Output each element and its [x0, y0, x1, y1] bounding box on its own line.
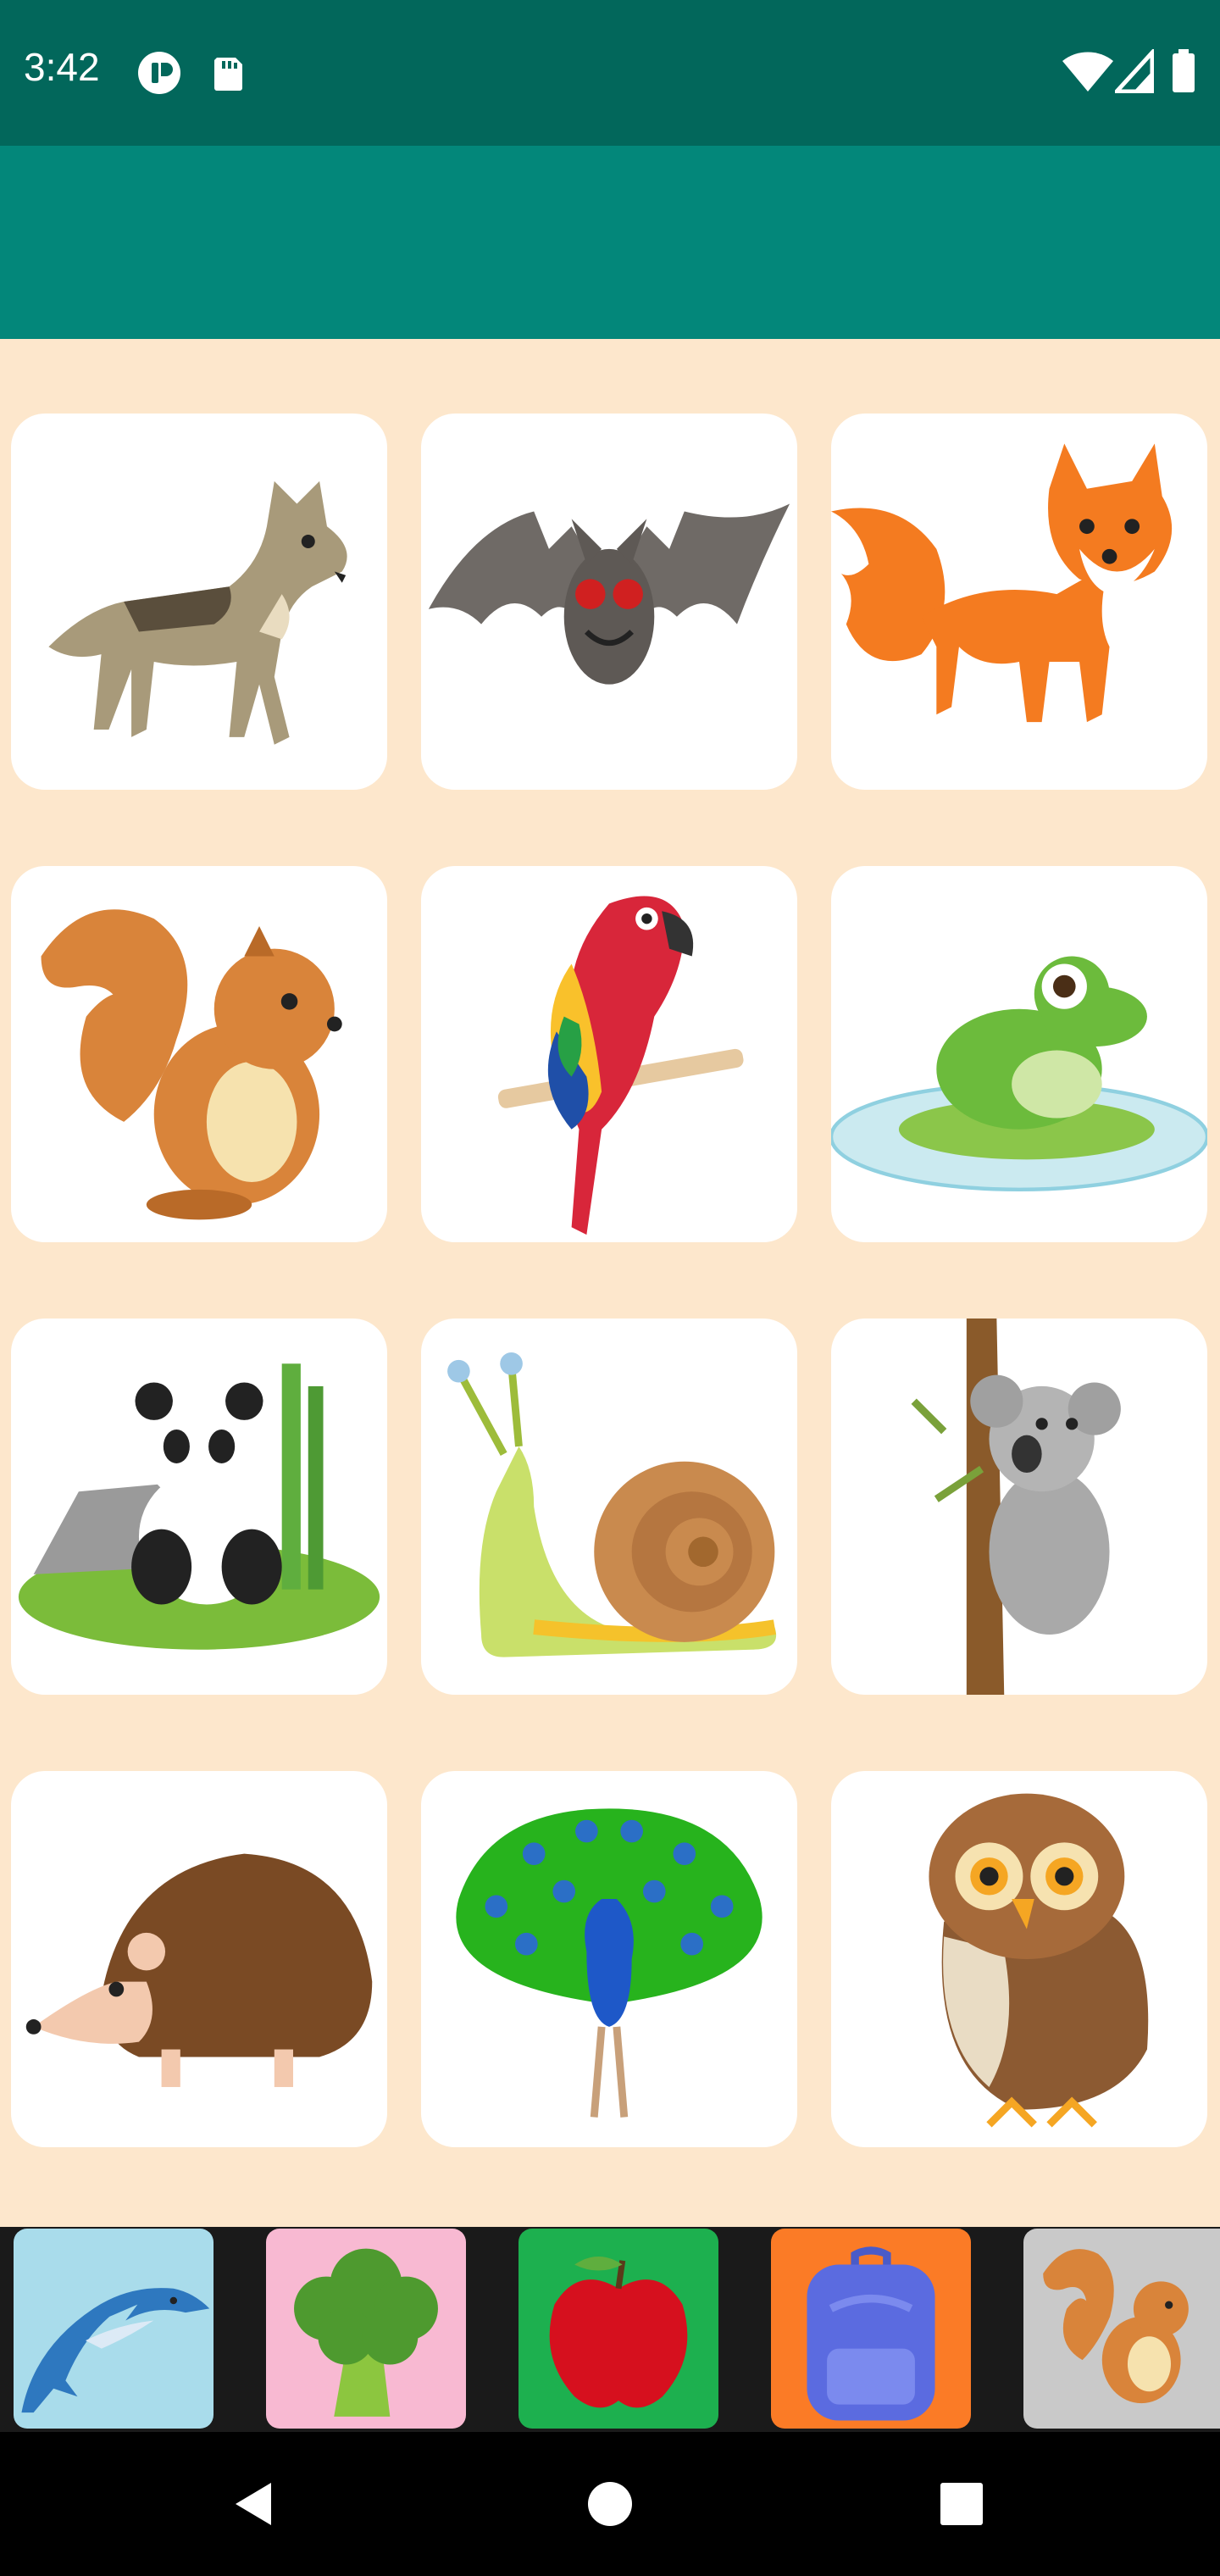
- dolphin-tile[interactable]: [14, 2229, 214, 2429]
- fox-card[interactable]: [831, 414, 1207, 790]
- backpack-icon: [807, 2246, 935, 2421]
- wolf-icon: [48, 480, 347, 745]
- battery-icon: [1171, 49, 1196, 93]
- owl-card[interactable]: [831, 1771, 1207, 2147]
- frog-card[interactable]: [831, 866, 1207, 1242]
- wifi-icon: [1061, 49, 1115, 93]
- hedgehog-card[interactable]: [11, 1771, 387, 2147]
- peacock-icon: [456, 1808, 762, 2118]
- status-bar: 3:42: [0, 0, 1220, 146]
- vpn-key-icon: [136, 49, 183, 97]
- category-strip: [0, 2227, 1220, 2432]
- squirrel-tile[interactable]: [1023, 2229, 1220, 2429]
- squirrel-icon: [1043, 2249, 1189, 2404]
- wolf-card[interactable]: [11, 414, 387, 790]
- recents-icon[interactable]: [923, 2466, 1000, 2542]
- back-icon[interactable]: [217, 2466, 293, 2542]
- fox-icon: [831, 443, 1173, 723]
- panda-card[interactable]: [11, 1319, 387, 1695]
- squirrel-card[interactable]: [11, 866, 387, 1242]
- app-bar: [0, 146, 1220, 339]
- peacock-card[interactable]: [421, 1771, 797, 2147]
- snail-icon: [447, 1352, 777, 1657]
- koala-card[interactable]: [831, 1319, 1207, 1695]
- backpack-tile[interactable]: [771, 2229, 971, 2429]
- apple-tile[interactable]: [518, 2229, 718, 2429]
- home-icon[interactable]: [572, 2466, 648, 2542]
- status-time: 3:42: [24, 45, 100, 89]
- snail-card[interactable]: [421, 1319, 797, 1695]
- panda-icon: [18, 1363, 380, 1650]
- squirrel-icon: [41, 909, 342, 1220]
- hedgehog-icon: [25, 1853, 373, 2087]
- bat-card[interactable]: [421, 414, 797, 790]
- koala-icon: [911, 1319, 1121, 1695]
- owl-icon: [929, 1793, 1149, 2128]
- sd-card-icon: [203, 49, 251, 97]
- frog-icon: [831, 956, 1207, 1192]
- cell-signal-icon: [1112, 47, 1155, 94]
- broccoli-tile[interactable]: [266, 2229, 466, 2429]
- parrot-card[interactable]: [421, 866, 797, 1242]
- apple-icon: [549, 2257, 688, 2408]
- system-nav-bar: [0, 2432, 1220, 2576]
- parrot-icon: [497, 896, 744, 1235]
- broccoli-icon: [294, 2248, 438, 2417]
- bat-icon: [428, 503, 790, 685]
- dolphin-icon: [21, 2288, 210, 2413]
- animal-grid-area: [0, 339, 1220, 2227]
